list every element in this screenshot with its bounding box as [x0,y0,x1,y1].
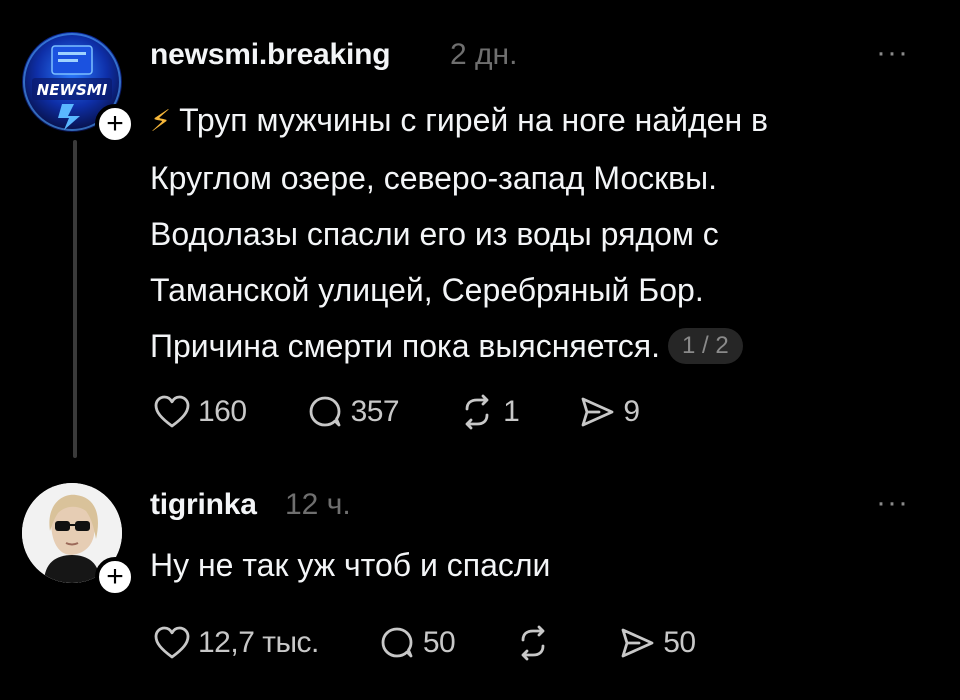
repost-button[interactable] [513,623,559,663]
post-body: ⚡ Труп мужчины с гирей на ноге найден в К… [150,92,910,374]
like-count: 160 [198,395,247,428]
send-icon [581,397,614,427]
heart-icon [154,395,190,428]
post-line: Причина смерти пока выясняется. 1 / 2 [150,318,910,374]
share-button[interactable]: 50 [617,623,696,663]
post-line: Таманской улицей, Серебряный Бор. [150,272,704,308]
lightning-icon: ⚡ [150,105,172,138]
repost-count: 1 [503,395,520,428]
post-line: ⚡ Труп мужчины с гирей на ноге найден в [150,102,769,138]
like-button[interactable]: 160 [152,392,247,432]
share-count: 9 [623,395,640,428]
reply-username[interactable]: tigrinka [150,488,257,522]
share-button[interactable]: 9 [577,392,640,432]
repost-icon [521,625,545,661]
share-count: 50 [663,626,696,659]
comment-icon [381,627,413,658]
post-line: Круглом озере, северо-запад Москвы. [150,160,718,196]
like-count: 12,7 тыс. [198,626,319,659]
reply-body: Ну не так уж чтоб и спасли [150,547,551,583]
follow-button[interactable]: + [95,557,135,597]
comment-count: 357 [350,395,400,428]
page-indicator: 1 / 2 [667,328,743,364]
post-timestamp: 2 дн. [450,38,518,71]
reply-timestamp: 12 ч. [285,488,351,521]
repost-icon [465,394,489,430]
post-username[interactable]: newsmi.breaking [150,38,391,72]
thread-view: NEWSMI + newsmi.breaking 2 дн. ··· ⚡ Труп… [0,0,960,700]
follow-button[interactable]: + [95,104,135,144]
reply-actions: 12,7 тыс. 50 50 [152,623,754,663]
comment-icon [309,396,340,427]
repost-button[interactable]: 1 [457,392,520,432]
thread-connector-line [73,140,77,458]
heart-icon [154,626,190,659]
like-button[interactable]: 12,7 тыс. [152,623,319,663]
more-options-button[interactable]: ··· [876,486,909,520]
send-icon [621,628,654,658]
post-line: Водолазы спасли его из воды рядом с [150,216,719,252]
logo-text: NEWSMI [37,81,108,99]
comment-button[interactable]: 50 [377,623,456,663]
post-actions: 160 357 1 9 [152,392,698,432]
more-options-button[interactable]: ··· [876,36,909,70]
comment-count: 50 [422,626,456,659]
comment-button[interactable]: 357 [305,392,400,432]
